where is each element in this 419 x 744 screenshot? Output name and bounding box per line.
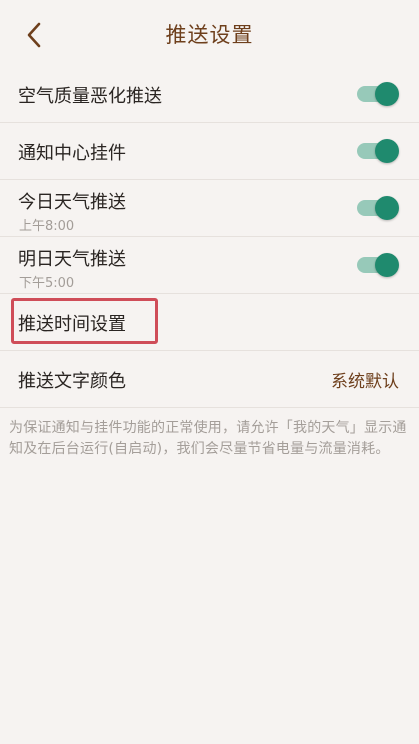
setting-row-notification-widget[interactable]: 通知中心挂件 bbox=[0, 123, 419, 180]
tomorrow-weather-toggle[interactable] bbox=[357, 253, 399, 277]
setting-time: 下午5:00 bbox=[19, 276, 75, 291]
setting-label: 通知中心挂件 bbox=[18, 143, 126, 164]
header-bar: 推送设置 bbox=[0, 0, 419, 70]
setting-label: 明日天气推送 bbox=[18, 249, 126, 270]
setting-row-text-color[interactable]: 推送文字颜色 系统默认 bbox=[0, 351, 419, 408]
text-color-value: 系统默认 bbox=[331, 372, 399, 392]
setting-row-tomorrow-weather[interactable]: 明日天气推送 下午5:00 bbox=[0, 237, 419, 294]
setting-label: 空气质量恶化推送 bbox=[18, 86, 162, 107]
setting-time: 上午8:00 bbox=[19, 219, 75, 234]
setting-label: 推送文字颜色 bbox=[18, 371, 126, 392]
toggle-knob bbox=[375, 253, 399, 277]
toggle-knob bbox=[375, 82, 399, 106]
setting-row-today-weather[interactable]: 今日天气推送 上午8:00 bbox=[0, 180, 419, 237]
air-quality-toggle[interactable] bbox=[357, 82, 399, 106]
page-title: 推送设置 bbox=[165, 23, 254, 47]
toggle-knob bbox=[375, 196, 399, 220]
today-weather-toggle[interactable] bbox=[357, 196, 399, 220]
setting-label: 今日天气推送 bbox=[18, 192, 126, 213]
footnote-text: 为保证通知与挂件功能的正常使用，请允许「我的天气」显示通知及在后台运行(自启动)… bbox=[9, 420, 407, 457]
highlight-box bbox=[11, 298, 158, 344]
settings-list: 空气质量恶化推送 通知中心挂件 今日天气推送 上午8:00 明日天气推送 下午5… bbox=[0, 66, 419, 408]
notification-widget-toggle[interactable] bbox=[357, 139, 399, 163]
setting-row-air-quality[interactable]: 空气质量恶化推送 bbox=[0, 66, 419, 123]
toggle-knob bbox=[375, 139, 399, 163]
